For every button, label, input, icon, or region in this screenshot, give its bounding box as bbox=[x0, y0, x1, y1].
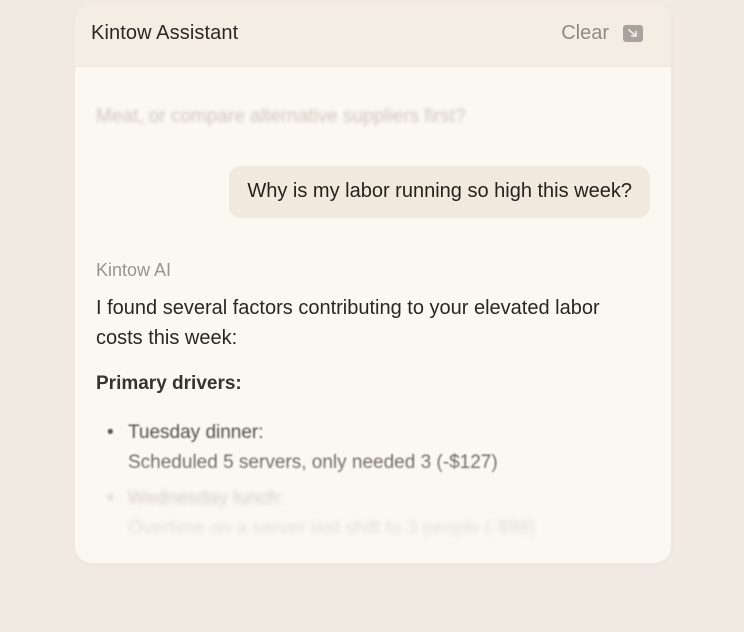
bullet-icon: • bbox=[107, 488, 114, 509]
driver-item: • Tuesday dinner: Scheduled 5 servers, o… bbox=[96, 418, 616, 478]
driver-detail: Overtime on a server last shift to 3 peo… bbox=[128, 518, 536, 539]
collapse-arrow-icon[interactable] bbox=[623, 25, 643, 42]
clear-button[interactable]: Clear bbox=[561, 22, 609, 45]
assistant-title: Kintow Assistant bbox=[91, 22, 239, 44]
assistant-header: Kintow Assistant Clear bbox=[75, 3, 671, 67]
chat-thread[interactable]: Meat, or compare alternative suppliers f… bbox=[75, 66, 671, 563]
user-message-bubble: Why is my labor running so high this wee… bbox=[229, 166, 650, 218]
driver-name: Wednesday lunch: bbox=[128, 488, 284, 509]
collapse-arrow-glyph bbox=[628, 29, 637, 37]
drivers-list: • Tuesday dinner: Scheduled 5 servers, o… bbox=[96, 418, 616, 550]
driver-detail: Scheduled 5 servers, only needed 3 (-$12… bbox=[128, 452, 498, 473]
assistant-intro-text: I found several factors contributing to … bbox=[96, 297, 600, 349]
previous-message-tail: Meat, or compare alternative suppliers f… bbox=[96, 106, 466, 127]
assistant-panel: Kintow Assistant Clear Meat, or compare … bbox=[74, 2, 672, 564]
driver-name: Tuesday dinner: bbox=[128, 422, 264, 443]
assistant-name-label: Kintow AI bbox=[96, 260, 172, 280]
bullet-icon: • bbox=[107, 422, 114, 443]
driver-item: • Wednesday lunch: Overtime on a server … bbox=[96, 484, 616, 544]
assistant-subheading: Primary drivers: bbox=[96, 373, 242, 394]
